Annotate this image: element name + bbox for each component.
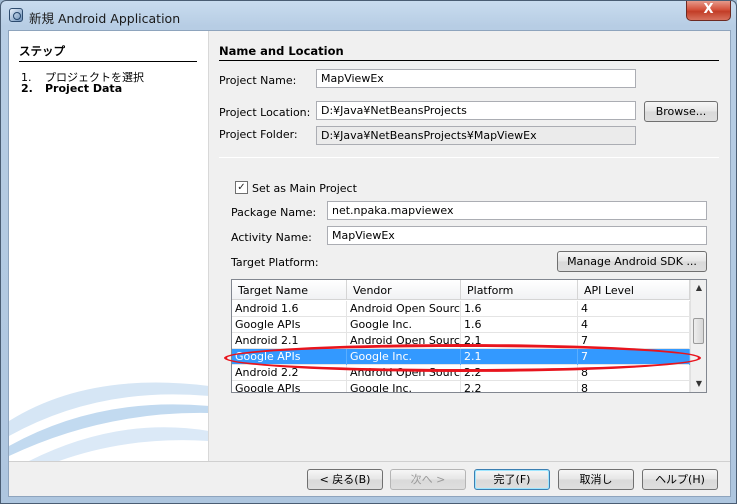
cell-target-name: Google APIs bbox=[232, 317, 347, 333]
table-scrollbar[interactable]: ▲ ▼ bbox=[690, 280, 706, 392]
table-header: Target Name Vendor Platform API Level bbox=[232, 280, 690, 300]
scroll-up-icon[interactable]: ▲ bbox=[691, 280, 706, 296]
package-name-input[interactable]: net.npaka.mapviewex bbox=[327, 201, 707, 220]
table-row[interactable]: Google APIs Google Inc. 2.2 8 bbox=[232, 381, 690, 392]
project-folder-field: D:¥Java¥NetBeansProjects¥MapViewEx bbox=[316, 126, 636, 145]
cell-vendor: Google Inc. bbox=[347, 381, 461, 392]
cell-api-level: 8 bbox=[578, 381, 690, 392]
cell-vendor: Google Inc. bbox=[347, 317, 461, 333]
package-name-label: Package Name: bbox=[231, 206, 317, 219]
help-button[interactable]: ヘルプ(H) bbox=[642, 469, 718, 490]
cell-api-level: 4 bbox=[578, 301, 690, 317]
target-platform-label: Target Platform: bbox=[231, 256, 319, 269]
main-project-label: Set as Main Project bbox=[252, 182, 357, 195]
step-number: 2. bbox=[21, 82, 33, 95]
step-label: Project Data bbox=[45, 82, 123, 95]
close-button[interactable]: X bbox=[686, 1, 731, 21]
finish-button[interactable]: 完了(F) bbox=[474, 469, 550, 490]
title-bar[interactable]: 新規 Android Application X bbox=[1, 1, 736, 30]
separator bbox=[219, 157, 719, 158]
scroll-down-icon[interactable]: ▼ bbox=[691, 376, 706, 392]
activity-name-label: Activity Name: bbox=[231, 231, 312, 244]
step-item-2: 2. Project Data bbox=[21, 82, 122, 95]
dialog-footer: < 戻る(B) 次へ > 完了(F) 取消し ヘルプ(H) bbox=[9, 461, 730, 496]
project-folder-label: Project Folder: bbox=[219, 128, 298, 141]
cancel-button[interactable]: 取消し bbox=[558, 469, 634, 490]
cell-platform: 2.2 bbox=[461, 381, 578, 392]
steps-header: ステップ bbox=[19, 43, 197, 62]
target-platform-table[interactable]: Target Name Vendor Platform API Level An… bbox=[231, 279, 707, 393]
steps-panel: ステップ 1. プロジェクトを選択 2. Project Data bbox=[9, 31, 209, 461]
column-header-target-name[interactable]: Target Name bbox=[232, 280, 347, 300]
next-button[interactable]: 次へ > bbox=[390, 469, 466, 490]
window-title: 新規 Android Application bbox=[29, 11, 181, 26]
column-header-vendor[interactable]: Vendor bbox=[347, 280, 461, 300]
column-header-platform[interactable]: Platform bbox=[461, 280, 578, 300]
project-data-form: Name and Location Project Name: MapViewE… bbox=[209, 31, 730, 461]
cell-platform: 1.6 bbox=[461, 301, 578, 317]
dialog-client: ステップ 1. プロジェクトを選択 2. Project Data Name and… bbox=[8, 30, 731, 497]
cell-vendor: Android Open Sourc... bbox=[347, 301, 461, 317]
column-header-api-level[interactable]: API Level bbox=[578, 280, 690, 300]
dialog-window: 新規 Android Application X ステップ 1. プロジェクトを選… bbox=[0, 0, 737, 504]
project-location-label: Project Location: bbox=[219, 106, 311, 119]
project-name-input[interactable]: MapViewEx bbox=[316, 69, 636, 88]
section-title: Name and Location bbox=[219, 44, 719, 61]
project-name-label: Project Name: bbox=[219, 74, 297, 87]
cell-target-name: Google APIs bbox=[232, 381, 347, 392]
main-project-checkbox[interactable]: ✓ bbox=[235, 181, 248, 194]
cell-target-name: Android 1.6 bbox=[232, 301, 347, 317]
project-location-input[interactable]: D:¥Java¥NetBeansProjects bbox=[316, 101, 636, 120]
manage-android-sdk-button[interactable]: Manage Android SDK ... bbox=[557, 251, 707, 272]
cell-platform: 1.6 bbox=[461, 317, 578, 333]
scroll-thumb[interactable] bbox=[693, 318, 704, 344]
app-icon bbox=[9, 8, 23, 22]
decorative-swoosh bbox=[9, 382, 208, 461]
highlight-ellipse bbox=[224, 344, 701, 372]
activity-name-input[interactable]: MapViewEx bbox=[327, 226, 707, 245]
table-row[interactable]: Android 1.6 Android Open Sourc... 1.6 4 bbox=[232, 301, 690, 317]
back-button[interactable]: < 戻る(B) bbox=[307, 469, 383, 490]
table-row[interactable]: Google APIs Google Inc. 1.6 4 bbox=[232, 317, 690, 333]
browse-button[interactable]: Browse... bbox=[644, 101, 718, 122]
cell-api-level: 4 bbox=[578, 317, 690, 333]
